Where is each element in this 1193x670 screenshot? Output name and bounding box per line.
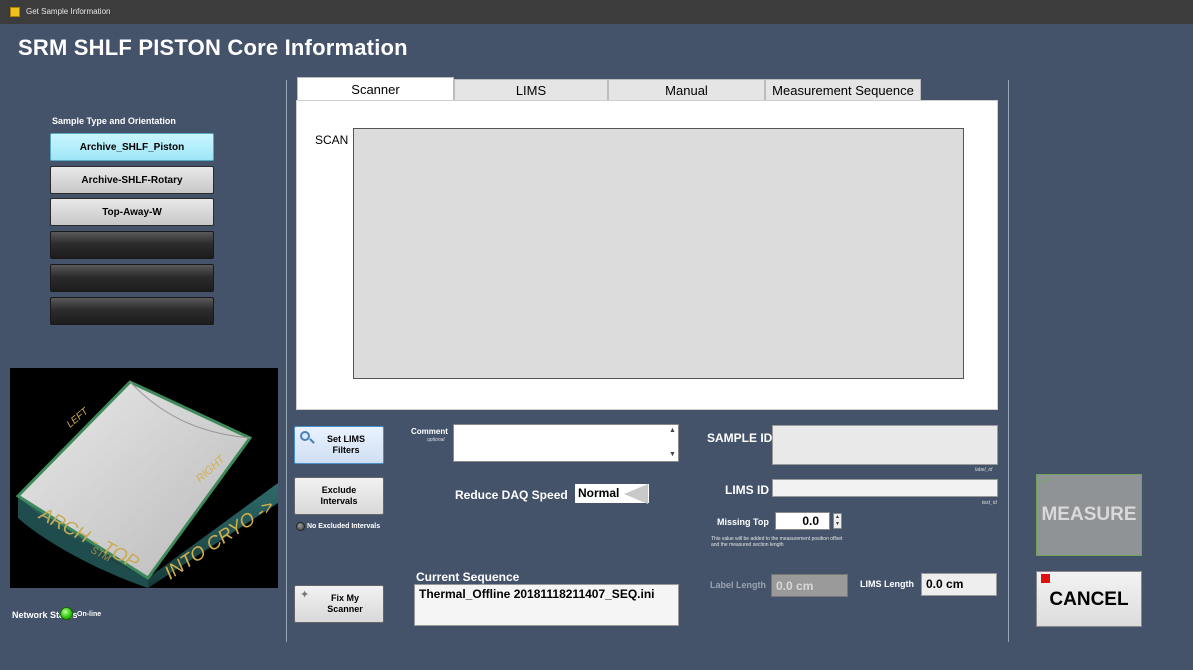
comment-input[interactable] (453, 424, 679, 462)
core-orientation-diagram: LEFT RIGHT ARCH - TOP STM INTO CRYO -> (15, 380, 278, 588)
sample-type-button-2[interactable]: Archive-SHLF-Rotary (50, 166, 214, 194)
lims-id-label: LIMS ID (725, 483, 769, 497)
scan-label: SCAN (315, 133, 349, 147)
excluded-intervals-led-icon (296, 522, 305, 531)
exclude-intervals-button[interactable]: Exclude Intervals (294, 477, 384, 515)
stop-icon (1041, 574, 1050, 583)
missing-top-input[interactable]: 0.0 (775, 512, 830, 530)
fix-my-scanner-label: Fix My Scanner (327, 593, 363, 614)
exclude-intervals-label: Exclude Intervals (320, 485, 358, 506)
current-sequence-value: Thermal_Offline 20181118211407_SEQ.ini (414, 584, 679, 626)
sample-id-caption: label_id (975, 467, 993, 473)
excluded-intervals-status: No Excluded Intervals (307, 523, 381, 530)
window-titlebar (0, 0, 1193, 24)
measure-button[interactable]: MEASURE (1036, 474, 1142, 556)
tab-measurement-sequence[interactable]: Measurement Sequence (765, 79, 921, 100)
lims-id-field[interactable] (772, 479, 998, 497)
set-lims-filters-label: Set LIMS Filters (326, 434, 365, 455)
missing-top-stepper[interactable]: ▲ ▼ (833, 513, 842, 529)
right-divider (1008, 80, 1009, 642)
missing-top-label: Missing Top (717, 517, 769, 527)
wrench-icon: ✦ (300, 589, 310, 601)
label-length-field: 0.0 cm (771, 574, 848, 597)
lims-length-label: LIMS Length (860, 579, 914, 589)
lims-length-field: 0.0 cm (921, 573, 997, 596)
lims-id-caption: text_id (982, 500, 997, 506)
scan-display (353, 128, 964, 379)
missing-top-note: This value will be added to the measurem… (711, 536, 843, 548)
cancel-button[interactable]: CANCEL (1036, 571, 1142, 627)
tab-manual[interactable]: Manual (608, 79, 765, 100)
sample-type-button-4[interactable] (50, 231, 214, 259)
tab-scanner[interactable]: Scanner (297, 77, 454, 101)
left-divider (286, 80, 287, 642)
sample-type-button-6[interactable] (50, 297, 214, 325)
network-status-led-icon (60, 607, 73, 620)
core-orientation-image: LEFT RIGHT ARCH - TOP STM INTO CRYO -> (10, 368, 278, 588)
sample-id-label: SAMPLE ID (707, 431, 773, 445)
sample-id-field[interactable] (772, 425, 998, 465)
reduce-daq-speed-label: Reduce DAQ Speed (455, 488, 568, 502)
sample-type-label: Sample Type and Orientation (52, 116, 176, 126)
page-title: SRM SHLF PISTON Core Information (18, 35, 408, 60)
sample-type-button-3[interactable]: Top-Away-W (50, 198, 214, 226)
label-length-label: Label Length (710, 580, 766, 590)
sample-type-button-1[interactable]: Archive_SHLF_Piston (50, 133, 214, 161)
sample-type-button-5[interactable] (50, 264, 214, 292)
comment-optional-hint: optional (427, 437, 445, 443)
comment-label: Comment (411, 427, 448, 436)
network-status-value: On-line (77, 611, 102, 618)
app-icon (10, 7, 20, 17)
check-icon: ✓ (1041, 476, 1050, 487)
tab-lims[interactable]: LIMS (454, 79, 608, 100)
window-title: Get Sample Information (26, 7, 111, 16)
comment-scrollbar[interactable]: ▲ ▼ (667, 425, 678, 461)
daq-dropdown-arrow-icon[interactable] (624, 484, 648, 504)
current-sequence-label: Current Sequence (416, 570, 520, 584)
